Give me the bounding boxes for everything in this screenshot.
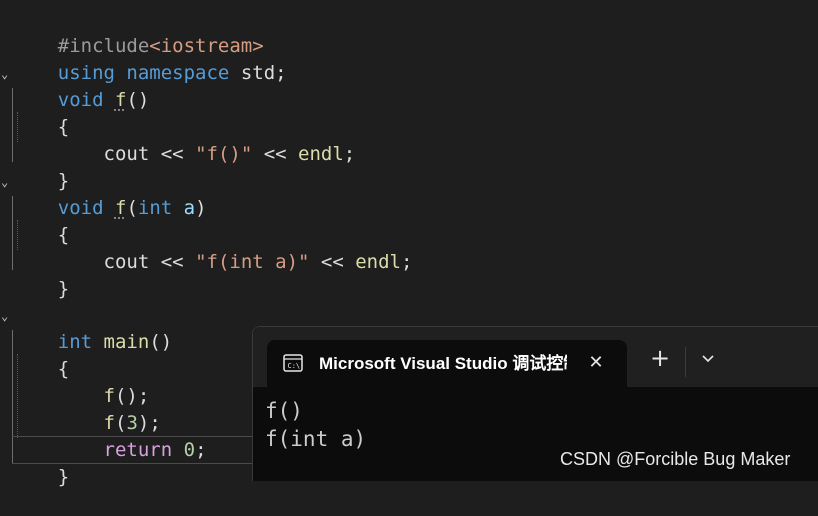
close-icon[interactable]: ✕ — [585, 352, 607, 374]
indent-guide — [17, 112, 18, 142]
output-line: f(int a) — [265, 427, 367, 451]
punctuation: ; — [400, 251, 413, 273]
svg-text:C:\: C:\ — [288, 362, 301, 370]
chevron-down-icon[interactable] — [695, 345, 721, 371]
indent-guide — [17, 354, 18, 438]
watermark: CSDN @Forcible Bug Maker — [560, 449, 791, 469]
operator: << — [149, 143, 196, 165]
code-line: void f(int a) — [12, 169, 207, 219]
code-line: { — [12, 330, 69, 380]
operator: << — [252, 143, 299, 165]
parameter: a — [183, 197, 196, 219]
function-name: f — [114, 89, 127, 111]
string-literal: "f(int a)" — [195, 251, 310, 273]
brace: } — [57, 278, 70, 300]
console-tab-title: Microsoft Visual Studio 调试控制台 — [319, 354, 567, 373]
code-line: cout << "f()" << endl; — [12, 115, 356, 165]
indent-guide — [17, 220, 18, 250]
punctuation: ) — [195, 197, 207, 219]
scope-guide — [12, 88, 13, 162]
code-line: { — [12, 196, 69, 246]
chevron-down-icon[interactable]: ⌄ — [1, 169, 11, 195]
console-titlebar[interactable]: C:\ Microsoft Visual Studio 调试控制台 ✕ + — [253, 327, 818, 387]
operator: << — [149, 251, 196, 273]
code-line: return 0; — [12, 411, 207, 461]
output-line: f() — [265, 399, 303, 423]
chevron-down-icon[interactable]: ⌄ — [1, 303, 11, 329]
divider — [685, 347, 686, 377]
code-line: } — [12, 438, 69, 488]
punctuation: () — [126, 89, 150, 111]
code-line: f(); — [12, 357, 150, 407]
current-line-highlight — [12, 436, 252, 437]
code-line: f(3); — [12, 384, 161, 434]
code-line: int main() — [12, 303, 172, 353]
punctuation: ; — [195, 439, 207, 461]
identifier: cout — [103, 251, 150, 273]
keyword: int — [137, 197, 173, 219]
console-output: f() f(int a) — [265, 397, 366, 453]
string-literal: "f()" — [195, 143, 253, 165]
identifier: cout — [103, 143, 150, 165]
code-line: } — [12, 142, 69, 192]
identifier: endl — [298, 143, 344, 165]
scope-guide — [12, 196, 13, 270]
keyword-return: return — [103, 439, 173, 461]
punctuation: () — [149, 331, 173, 353]
code-line: cout << "f(int a)" << endl; — [12, 223, 413, 273]
new-tab-button[interactable]: + — [647, 345, 673, 371]
current-line-highlight — [12, 463, 252, 464]
terminal-icon: C:\ — [283, 354, 303, 372]
punctuation: ; — [343, 143, 356, 165]
namespace-name: std — [240, 62, 276, 84]
code-line: using namespace std; — [12, 34, 287, 84]
number-literal: 0 — [183, 439, 196, 461]
scope-guide — [12, 330, 13, 464]
code-line: { — [12, 88, 69, 138]
operator: << — [309, 251, 356, 273]
console-tab[interactable]: C:\ Microsoft Visual Studio 调试控制台 ✕ — [267, 340, 627, 387]
code-line: } — [12, 250, 69, 300]
identifier: endl — [355, 251, 401, 273]
brace: } — [57, 466, 70, 488]
chevron-down-icon[interactable]: ⌄ — [1, 61, 11, 87]
punctuation: ( — [126, 197, 138, 219]
function-name: main — [103, 331, 150, 353]
punctuation: ; — [275, 62, 287, 84]
code-line: void f() — [12, 61, 150, 111]
function-name: f — [114, 197, 127, 219]
code-line: #include<iostream> — [12, 7, 264, 57]
